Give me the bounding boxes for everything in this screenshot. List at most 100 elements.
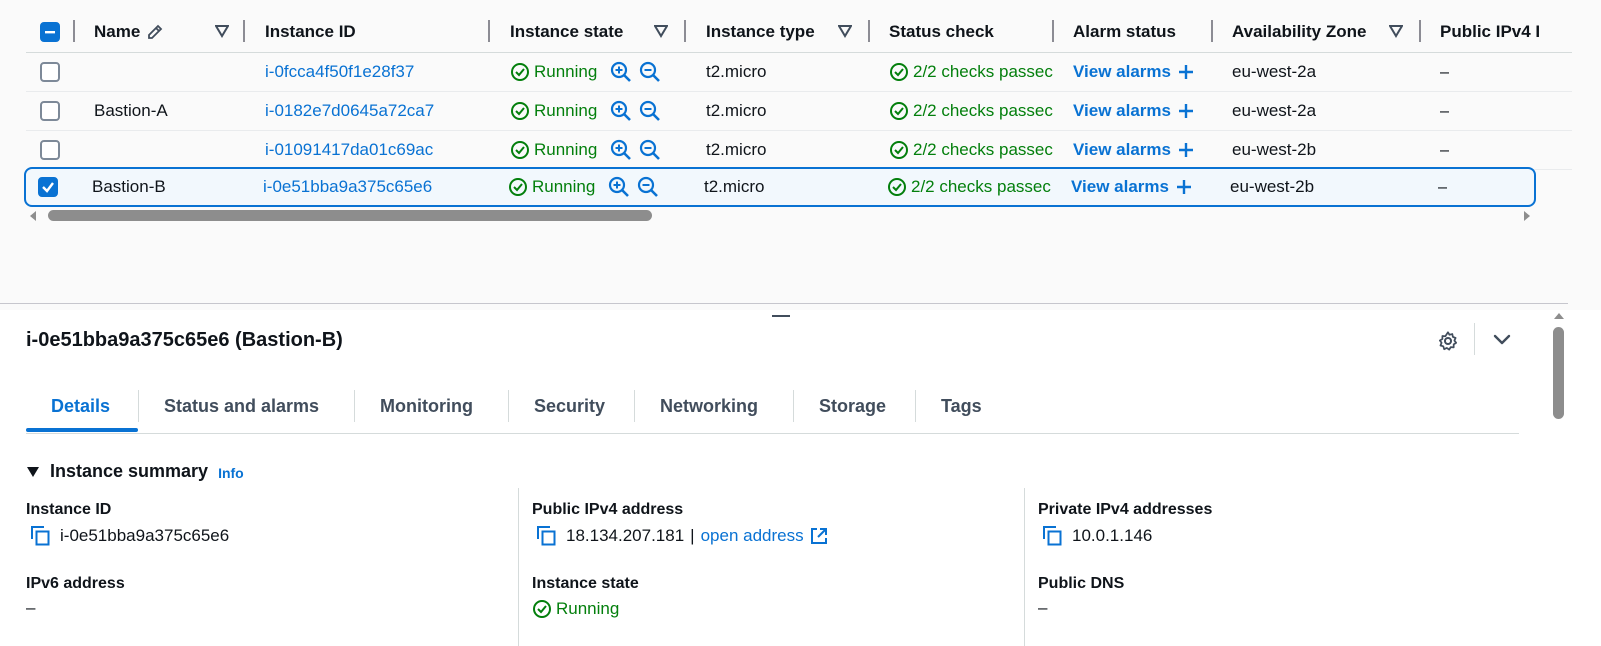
plus-icon[interactable] [1178,142,1194,158]
tab-details[interactable]: Details [51,380,110,432]
row-checkbox-cell[interactable] [40,53,60,91]
vertical-scrollbar-thumb[interactable] [1553,327,1564,419]
table-row[interactable]: i-0fcca4f50f1e28f37 Running t2.micro 2/2 ch… [26,53,1572,92]
instance-id-link[interactable]: i-0e51bba9a375c65e6 [263,169,432,205]
plus-icon[interactable] [1176,179,1192,195]
column-header-alarm-status-label: Alarm status [1073,21,1176,41]
column-divider[interactable] [243,20,245,42]
scroll-up-arrow-icon[interactable] [1553,311,1565,321]
view-alarms-link[interactable]: View alarms [1073,131,1194,169]
instance-id-link[interactable]: i-0182e7d0645a72ca7 [265,92,434,130]
column-divider[interactable] [1052,20,1054,42]
row-checkbox-cell[interactable] [40,92,60,130]
copy-icon[interactable] [30,525,52,547]
scroll-right-arrow-icon[interactable] [1522,210,1532,222]
zoom-in-icon[interactable] [610,139,632,161]
table-row[interactable]: i-01091417da01c69ac Running t2.micro 2/2 ch… [26,131,1572,170]
horizontal-scrollbar-thumb[interactable] [48,210,652,221]
instance-state-value: Running [556,599,620,618]
zoom-out-icon[interactable] [639,139,661,161]
view-alarms-link[interactable]: View alarms [1073,92,1194,130]
column-divider[interactable] [73,20,75,42]
row-checkbox[interactable] [40,101,60,121]
details-tabs: Details Status and alarms Monitoring Sec… [26,380,1519,434]
open-address-link[interactable]: open address [701,526,804,546]
column-header-instance-type[interactable]: Instance type [706,11,815,52]
tab-monitoring-label: Monitoring [380,395,473,416]
table-row[interactable]: Bastion-B i-0e51bba9a375c65e6 Running t2.mi… [24,167,1536,207]
table-row[interactable]: Bastion-A i-0182e7d0645a72ca7 Running t2.mi… [26,92,1572,131]
select-all-checkbox-cell[interactable] [40,11,60,52]
tab-networking[interactable]: Networking [660,380,758,432]
zoom-in-icon[interactable] [608,176,630,198]
external-link-icon[interactable] [809,526,829,546]
row-checkbox[interactable] [40,140,60,160]
view-alarms-link[interactable]: View alarms [1073,53,1194,91]
column-divider[interactable] [684,20,686,42]
view-alarms-text: View alarms [1073,140,1171,159]
column-header-public-ipv4[interactable]: Public IPv4 I [1440,11,1562,52]
tab-storage[interactable]: Storage [819,380,886,432]
filter-triangle-icon[interactable] [654,24,668,38]
public-ipv4-label: Public IPv4 address [532,501,684,518]
column-divider[interactable] [1211,20,1213,42]
instance-type-text: t2.micro [706,140,767,159]
public-ipv4-text: – [1440,62,1450,81]
tab-details-label: Details [51,395,111,416]
instance-type: t2.micro [706,92,766,130]
zoom-in-icon[interactable] [610,61,632,83]
instance-name: Bastion-A [94,92,168,130]
tab-divider [354,390,355,422]
instance-summary-section-header[interactable]: Instance summary Info [26,461,244,482]
column-divider[interactable] [488,20,490,42]
ipv6-address-label: IPv6 address [26,575,125,592]
row-checkbox[interactable] [40,62,60,82]
column-header-name[interactable]: Name [94,11,165,52]
tab-security-label: Security [534,395,606,416]
filter-triangle-icon[interactable] [215,24,229,38]
select-all-checkbox[interactable] [40,21,60,42]
plus-icon[interactable] [1178,103,1194,119]
column-header-instance-id[interactable]: Instance ID [265,11,356,52]
tab-status-and-alarms-label: Status and alarms [164,395,320,416]
copy-icon[interactable] [1042,525,1064,547]
zoom-out-icon[interactable] [639,100,661,122]
tab-security[interactable]: Security [534,380,605,432]
row-checkbox-cell[interactable] [38,169,58,205]
scroll-left-arrow-icon[interactable] [28,210,38,222]
availability-zone: eu-west-2b [1230,169,1314,205]
tab-monitoring[interactable]: Monitoring [380,380,473,432]
filter-triangle-icon[interactable] [1389,24,1403,38]
info-link[interactable]: Info [218,465,244,481]
view-alarms-link[interactable]: View alarms [1071,169,1192,205]
split-panel-handle[interactable] [772,315,790,317]
tab-tags[interactable]: Tags [941,380,982,432]
split-panel-divider[interactable] [0,303,1568,304]
plus-icon[interactable] [1178,64,1194,80]
caret-down-icon[interactable] [26,466,40,478]
tab-status-and-alarms[interactable]: Status and alarms [164,380,319,432]
status-check: 2/2 checks passec [887,169,1051,205]
instance-id-link[interactable]: i-01091417da01c69ac [265,131,433,169]
copy-icon[interactable] [536,525,558,547]
column-divider[interactable] [1419,20,1421,42]
instance-id-link[interactable]: i-0fcca4f50f1e28f37 [265,53,414,91]
column-header-alarm-status[interactable]: Alarm status [1073,11,1176,52]
chevron-down-icon[interactable] [1492,333,1512,347]
column-header-availability-zone[interactable]: Availability Zone [1232,11,1366,52]
tab-networking-label: Networking [660,395,759,416]
column-header-instance-state[interactable]: Instance state [510,11,623,52]
column-header-status-check[interactable]: Status check [889,11,994,52]
column-header-name-label: Name [94,21,141,41]
public-ipv4-text: – [1440,101,1450,120]
row-checkbox[interactable] [38,177,58,197]
column-divider[interactable] [868,20,870,42]
gear-icon[interactable] [1437,330,1459,352]
zoom-in-icon[interactable] [610,100,632,122]
view-alarms-text: View alarms [1073,62,1171,81]
zoom-out-icon[interactable] [639,61,661,83]
zoom-out-icon[interactable] [637,176,659,198]
row-checkbox-cell[interactable] [40,131,60,169]
filter-triangle-icon[interactable] [838,24,852,38]
tab-divider [915,390,916,422]
